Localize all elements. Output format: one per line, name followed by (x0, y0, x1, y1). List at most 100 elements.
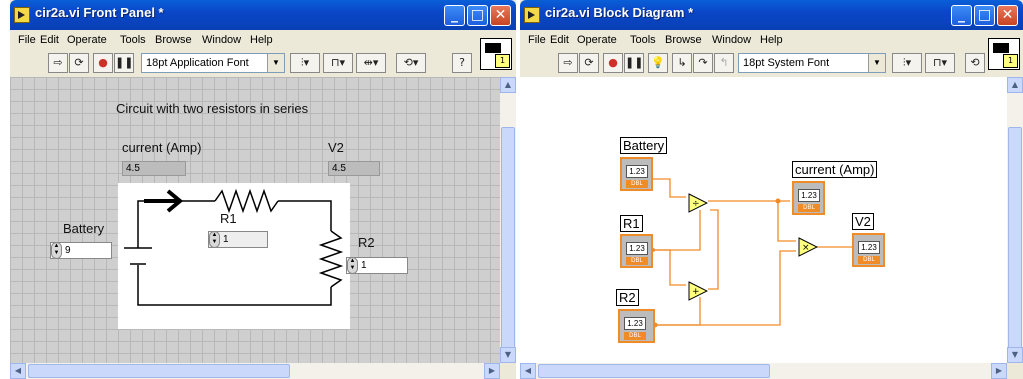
current-indicator: 4.5 (122, 161, 186, 176)
pause-icon[interactable]: ❚❚ (624, 53, 644, 73)
r1-control[interactable]: ▲ ▼ 1 (208, 231, 268, 248)
r2-terminal[interactable]: 1.23 DBL (618, 309, 655, 343)
r2-terminal-value: 1.23 (624, 317, 646, 330)
menu-tools[interactable]: Tools (120, 34, 146, 46)
r2-terminal-type: DBL (624, 332, 646, 340)
vertical-scroll-thumb[interactable] (1008, 127, 1022, 359)
r1-value: 1 (223, 234, 229, 245)
distribute-objects-icon[interactable]: ⊓▾ (925, 53, 955, 73)
front-panel-horizontal-scrollbar[interactable]: ◀ ▶ (10, 363, 500, 379)
current-terminal-value: 1.23 (798, 189, 820, 202)
front-panel-window: cir2a.vi Front Panel * _ □ ✕ File Edit O… (10, 0, 516, 379)
divide-function-icon[interactable]: ÷ (688, 193, 708, 213)
v2-terminal-type: DBL (858, 256, 880, 264)
block-diagram-canvas[interactable]: Battery 1.23 DBL R1 1.23 DBL R2 1.23 DBL… (520, 77, 1007, 363)
run-continuously-icon[interactable]: ⟳ (579, 53, 599, 73)
labview-icon (14, 7, 30, 23)
run-arrow-icon[interactable]: ⇨ (558, 53, 578, 73)
add-function-icon[interactable]: + (688, 281, 708, 301)
menu-operate[interactable]: Operate (67, 34, 107, 46)
menu-edit[interactable]: Edit (550, 34, 569, 46)
font-selector[interactable]: 18pt System Font ▼ (738, 53, 886, 73)
menu-edit[interactable]: Edit (40, 34, 59, 46)
svg-text:×: × (802, 243, 810, 253)
menu-file[interactable]: File (18, 34, 36, 46)
align-objects-icon[interactable]: ⫶▾ (892, 53, 922, 73)
scroll-right-icon[interactable]: ▶ (991, 363, 1007, 379)
front-panel-canvas[interactable]: Circuit with two resistors in series cur… (10, 77, 500, 363)
battery-value: 9 (65, 245, 71, 256)
menu-tools[interactable]: Tools (630, 34, 656, 46)
front-panel-menubar: File Edit Operate Tools Browse Window He… (10, 30, 516, 50)
multiply-function-icon[interactable]: × (798, 237, 818, 257)
menu-window[interactable]: Window (202, 34, 241, 46)
svg-text:+: + (692, 287, 700, 297)
step-into-icon[interactable]: ↳ (672, 53, 692, 73)
run-continuously-icon[interactable]: ⟳ (69, 53, 89, 73)
block-diagram-vertical-scrollbar[interactable]: ▲ ▼ (1007, 77, 1023, 363)
menu-help[interactable]: Help (760, 34, 783, 46)
step-out-icon[interactable]: ↰ (714, 53, 734, 73)
highlight-execution-icon[interactable]: 💡 (648, 53, 668, 73)
reorder-icon[interactable]: ⟲ (965, 53, 985, 73)
scroll-up-icon[interactable]: ▲ (500, 77, 516, 93)
menu-file[interactable]: File (528, 34, 546, 46)
pause-icon[interactable]: ❚❚ (114, 53, 134, 73)
maximize-button[interactable]: □ (467, 5, 488, 26)
scroll-left-icon[interactable]: ◀ (520, 363, 536, 379)
vi-icon-screen (485, 43, 501, 53)
close-button[interactable]: ✕ (490, 5, 511, 26)
font-selector[interactable]: 18pt Application Font ▼ (141, 53, 285, 73)
vertical-scroll-thumb[interactable] (501, 127, 515, 359)
v2-terminal[interactable]: 1.23 DBL (852, 233, 885, 267)
abort-icon[interactable]: ● (603, 53, 623, 73)
v2-terminal-label: V2 (852, 213, 874, 230)
menu-help[interactable]: Help (250, 34, 273, 46)
r1-terminal-label: R1 (620, 215, 643, 232)
close-button[interactable]: ✕ (997, 5, 1018, 26)
abort-icon[interactable]: ● (93, 53, 113, 73)
battery-increment-icon[interactable]: ▲ ▼ (51, 242, 62, 259)
r2-control[interactable]: ▲ ▼ 1 (346, 257, 408, 274)
menu-operate[interactable]: Operate (577, 34, 617, 46)
menu-browse[interactable]: Browse (155, 34, 192, 46)
horizontal-scroll-thumb[interactable] (28, 364, 290, 378)
distribute-objects-icon[interactable]: ⊓▾ (323, 53, 353, 73)
vi-icon[interactable]: 1 (988, 38, 1020, 70)
block-diagram-titlebar[interactable]: cir2a.vi Block Diagram * _ □ ✕ (520, 0, 1023, 30)
scroll-down-icon[interactable]: ▼ (500, 347, 516, 363)
minimize-button[interactable]: _ (951, 5, 972, 26)
vi-icon-number: 1 (495, 54, 510, 68)
scroll-down-icon[interactable]: ▼ (1007, 347, 1023, 363)
menu-browse[interactable]: Browse (665, 34, 702, 46)
battery-terminal[interactable]: 1.23 DBL (620, 157, 653, 191)
run-arrow-icon[interactable]: ⇨ (48, 53, 68, 73)
r1-label: R1 (220, 211, 237, 226)
r1-increment-icon[interactable]: ▲ ▼ (209, 231, 220, 248)
block-diagram-horizontal-scrollbar[interactable]: ◀ ▶ (520, 363, 1007, 379)
vi-icon[interactable]: 1 (480, 38, 512, 70)
r2-value: 1 (361, 260, 367, 271)
current-label: current (Amp) (122, 140, 202, 155)
maximize-button[interactable]: □ (974, 5, 995, 26)
scroll-right-icon[interactable]: ▶ (484, 363, 500, 379)
reorder-icon[interactable]: ⟲▾ (396, 53, 426, 73)
step-over-icon[interactable]: ↷ (693, 53, 713, 73)
minimize-button[interactable]: _ (444, 5, 465, 26)
chevron-down-icon: ▼ (267, 54, 284, 72)
scroll-left-icon[interactable]: ◀ (10, 363, 26, 379)
battery-control[interactable]: ▲ ▼ 9 (50, 242, 112, 259)
current-terminal[interactable]: 1.23 DBL (792, 181, 825, 215)
scroll-up-icon[interactable]: ▲ (1007, 77, 1023, 93)
help-icon[interactable]: ? (452, 53, 472, 73)
font-selector-value: 18pt Application Font (146, 57, 249, 69)
align-objects-icon[interactable]: ⫶▾ (290, 53, 320, 73)
front-panel-vertical-scrollbar[interactable]: ▲ ▼ (500, 77, 516, 363)
horizontal-scroll-thumb[interactable] (538, 364, 770, 378)
resize-objects-icon[interactable]: ⇹▾ (356, 53, 386, 73)
r2-increment-icon[interactable]: ▲ ▼ (347, 257, 358, 274)
r1-terminal[interactable]: 1.23 DBL (620, 234, 653, 268)
front-panel-titlebar[interactable]: cir2a.vi Front Panel * _ □ ✕ (10, 0, 516, 30)
menu-window[interactable]: Window (712, 34, 751, 46)
battery-terminal-type: DBL (626, 180, 648, 188)
